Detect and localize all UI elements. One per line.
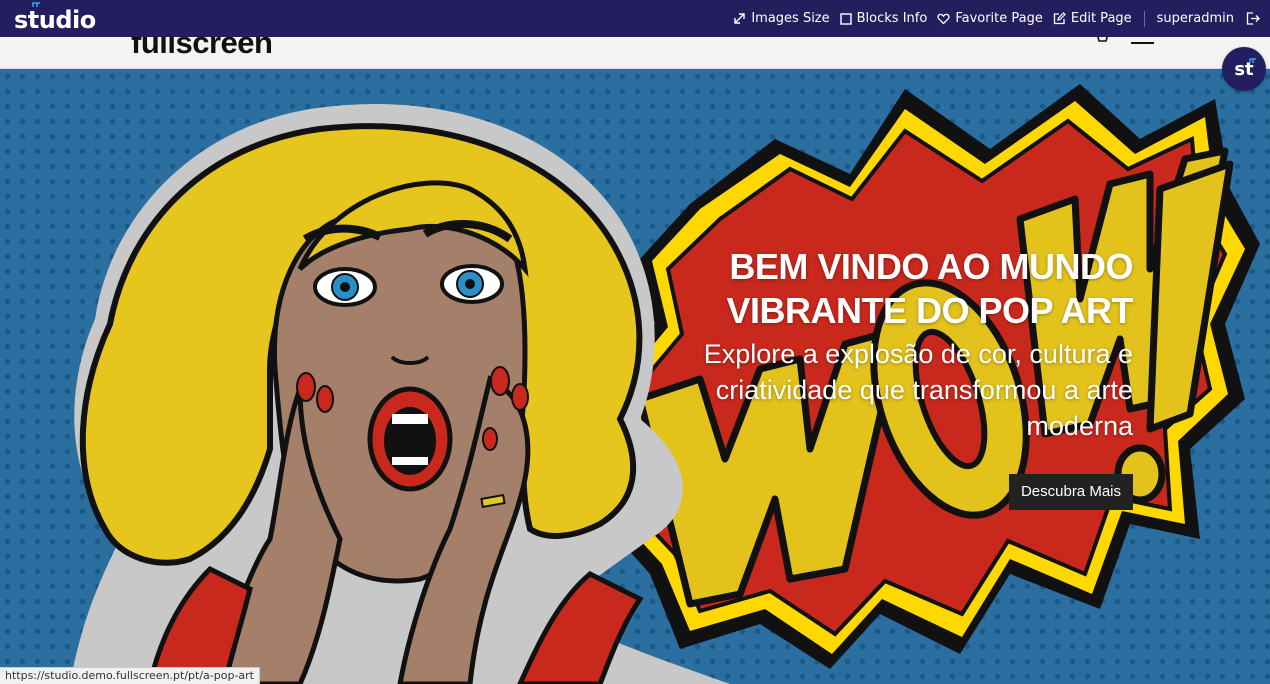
expand-arrows-icon [734, 13, 746, 24]
admin-toolbar: studio Images Size Blocks Info Favorite … [0, 0, 1270, 37]
edit-page-button[interactable]: Edit Page [1053, 11, 1132, 26]
blocks-info-button[interactable]: Blocks Info [839, 11, 928, 26]
edit-page-label: Edit Page [1070, 11, 1132, 26]
studio-floating-button[interactable]: st [1222, 47, 1266, 91]
discover-more-button[interactable]: Descubra Mais [1008, 474, 1133, 510]
logo-mark-icon [32, 2, 40, 7]
images-size-button[interactable]: Images Size [733, 11, 830, 26]
hamburger-menu-icon[interactable] [1131, 37, 1155, 45]
username: superadmin [1156, 11, 1234, 26]
studio-logo[interactable]: studio [14, 2, 96, 35]
hero-text-block: BEM VINDO AO MUNDO VIBRANTE DO POP ART E… [613, 245, 1134, 444]
badge-mark-icon [1249, 58, 1256, 63]
heart-icon [937, 13, 950, 24]
toolbar-divider [1143, 10, 1145, 27]
favorite-page-button[interactable]: Favorite Page [937, 11, 1043, 26]
site-header: fullscreen [0, 37, 1270, 69]
edit-icon [1053, 12, 1066, 25]
blocks-info-label: Blocks Info [856, 11, 928, 26]
logout-button[interactable] [1246, 12, 1260, 25]
studio-logo-text: studio [14, 6, 96, 34]
cart-icon[interactable] [1093, 37, 1109, 45]
hero-subtitle: Explore a explosão de cor, cultura e cri… [703, 339, 1133, 441]
user-menu[interactable]: superadmin [1157, 11, 1234, 26]
favorite-page-label: Favorite Page [955, 11, 1043, 26]
status-bar-url: https://studio.demo.fullscreen.pt/pt/a-p… [0, 667, 260, 684]
logout-icon [1246, 12, 1260, 25]
hero-title: BEM VINDO AO MUNDO VIBRANTE DO POP ART [726, 246, 1133, 331]
admin-actions: Images Size Blocks Info Favorite Page Ed… [723, 0, 1260, 37]
hero-banner: BEM VINDO AO MUNDO VIBRANTE DO POP ART E… [0, 69, 1270, 684]
images-size-label: Images Size [751, 11, 830, 26]
site-logo[interactable]: fullscreen [131, 37, 273, 61]
square-icon [839, 12, 852, 25]
